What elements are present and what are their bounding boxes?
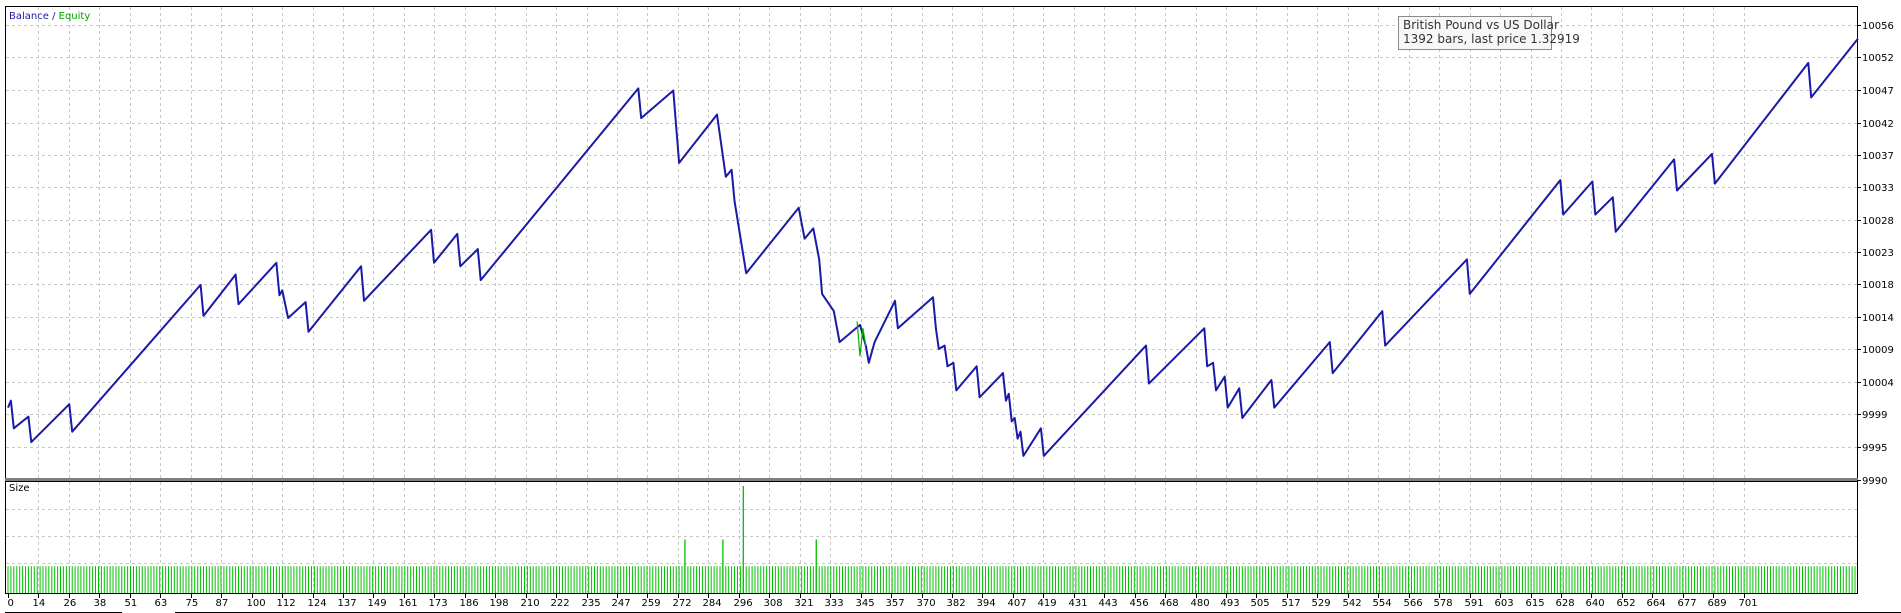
x-tick-label: 370 [917, 598, 936, 609]
panel-separator [5, 478, 1858, 481]
y-tick-label: 10023 [1862, 248, 1894, 259]
x-tick-label: 308 [764, 598, 783, 609]
x-tick-label: 26 [64, 598, 77, 609]
x-tick-label: 664 [1647, 598, 1666, 609]
x-tick-label: 296 [734, 598, 753, 609]
y-tick-label: 10047 [1862, 86, 1894, 97]
x-tick-label: 701 [1739, 598, 1758, 609]
legend-separator: / [49, 11, 59, 22]
x-tick-label: 603 [1495, 598, 1514, 609]
x-tick-label: 112 [277, 598, 296, 609]
y-tick-label: 10056 [1862, 21, 1894, 32]
x-tick-label: 222 [551, 598, 570, 609]
y-tick-label: 10037 [1862, 151, 1894, 162]
tooltip-line-2: 1392 bars, last price 1.32919 [1403, 32, 1580, 46]
x-tick-label: 75 [186, 598, 199, 609]
x-tick-label: 578 [1434, 598, 1453, 609]
x-tick-label: 640 [1586, 598, 1605, 609]
x-tick-label: 493 [1221, 598, 1240, 609]
x-tick-label: 173 [429, 598, 448, 609]
tooltip-line-1: British Pound vs US Dollar [1403, 18, 1559, 32]
x-tick-label: 468 [1160, 598, 1179, 609]
y-tick-label: 10033 [1862, 183, 1894, 194]
x-tick-label: 198 [490, 598, 509, 609]
x-tick-label: 591 [1465, 598, 1484, 609]
x-tick-label: 419 [1038, 598, 1057, 609]
y-tick-label: 10004 [1862, 378, 1894, 389]
x-tick-label: 0 [8, 598, 14, 609]
x-tick-label: 382 [947, 598, 966, 609]
x-tick-label: 38 [94, 598, 107, 609]
chart-canvas: 1005610052100471004210037100331002810023… [5, 6, 1901, 613]
y-tick-label: 10028 [1862, 216, 1894, 227]
x-tick-label: 51 [125, 598, 138, 609]
x-tick-label: 357 [886, 598, 905, 609]
x-tick-label: 542 [1343, 598, 1362, 609]
x-tick-label: 87 [216, 598, 229, 609]
x-tick-label: 124 [308, 598, 327, 609]
volume-panel-label: Size [9, 483, 30, 494]
x-tick-label: 677 [1678, 598, 1697, 609]
x-tick-label: 480 [1191, 598, 1210, 609]
x-tick-label: 284 [703, 598, 722, 609]
x-tick-label: 566 [1404, 598, 1423, 609]
x-tick-label: 443 [1099, 598, 1118, 609]
y-axis: 10056 10052 10047 10042 10037 10033 10028 10023… [1857, 21, 1894, 487]
y-tick-label: 10014 [1862, 313, 1894, 324]
x-tick-label: 137 [338, 598, 357, 609]
legend: Balance / Equity [9, 11, 90, 22]
x-tick-label: 210 [521, 598, 540, 609]
x-tick-label: 272 [673, 598, 692, 609]
x-tick-label: 517 [1282, 598, 1301, 609]
x-tick-label: 161 [399, 598, 418, 609]
volume-panel [5, 481, 1858, 594]
x-tick-label: 689 [1708, 598, 1727, 609]
y-tick-label: 10042 [1862, 119, 1894, 130]
x-tick-label: 321 [795, 598, 814, 609]
y-tick-label: 10018 [1862, 280, 1894, 291]
x-tick-label: 14 [33, 598, 46, 609]
y-tick-label: 10009 [1862, 345, 1894, 356]
y-tick-label: 9990 [1862, 476, 1887, 487]
x-tick-label: 63 [155, 598, 168, 609]
x-tick-label: 554 [1373, 598, 1392, 609]
legend-equity: Equity [59, 11, 91, 22]
y-tick-label: 10052 [1862, 53, 1894, 64]
x-tick-label: 394 [977, 598, 996, 609]
y-tick-label: 9999 [1862, 410, 1887, 421]
x-tick-label: 186 [460, 598, 479, 609]
x-tick-label: 333 [825, 598, 844, 609]
x-tick-label: 505 [1251, 598, 1270, 609]
x-tick-label: 345 [856, 598, 875, 609]
main-panel [5, 6, 1858, 479]
x-tick-label: 456 [1130, 598, 1149, 609]
x-tick-label: 247 [612, 598, 631, 609]
x-tick-label: 259 [642, 598, 661, 609]
x-axis: 0 14 26 38 51 63 75 87 100 112 124 137 149 161 173 186 1… [8, 594, 1758, 609]
x-tick-label: 529 [1312, 598, 1331, 609]
x-tick-label: 407 [1008, 598, 1027, 609]
x-tick-label: 149 [368, 598, 387, 609]
x-tick-label: 615 [1526, 598, 1545, 609]
legend-balance: Balance [9, 11, 49, 22]
x-tick-label: 100 [247, 598, 266, 609]
x-tick-label: 431 [1069, 598, 1088, 609]
x-tick-label: 628 [1556, 598, 1575, 609]
x-tick-label: 235 [582, 598, 601, 609]
x-tick-label: 652 [1617, 598, 1636, 609]
y-tick-label: 9995 [1862, 443, 1887, 454]
tooltip: British Pound vs US Dollar 1392 bars, la… [1398, 16, 1580, 50]
